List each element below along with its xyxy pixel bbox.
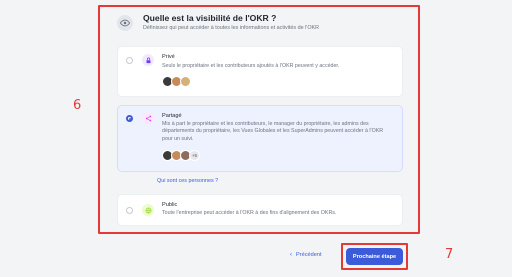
annotation-box-visibility <box>98 5 420 234</box>
annotation-number-6: 6 <box>73 98 82 113</box>
annotation-number-7: 7 <box>445 247 454 262</box>
previous-button[interactable]: ‹ Précédent <box>290 252 322 258</box>
chevron-left-icon: ‹ <box>290 252 292 258</box>
okr-visibility-page: Quelle est la visibilité de l'OKR ? Défi… <box>0 0 512 277</box>
previous-button-label: Précédent <box>296 252 322 258</box>
next-step-button[interactable]: Prochaine étape <box>346 248 403 265</box>
